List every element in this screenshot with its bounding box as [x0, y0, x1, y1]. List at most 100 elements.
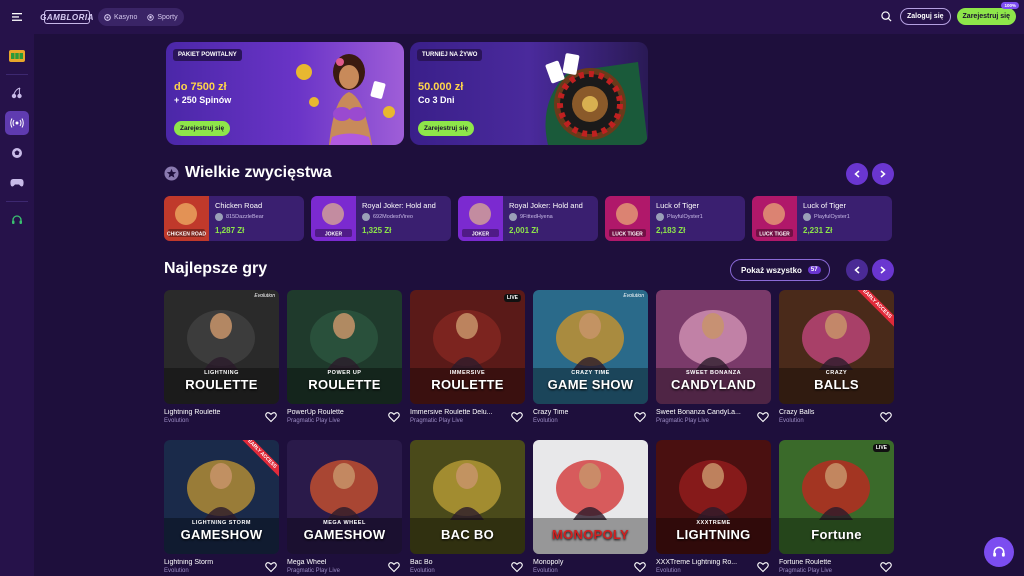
tab-casino[interactable]: Kasyno — [104, 14, 137, 21]
big-win-card[interactable]: LUCK TIGER Luck of Tiger PlayfulOyster1 2,1… — [605, 196, 745, 241]
game-name: Crazy Balls — [779, 409, 815, 416]
big-win-card[interactable]: LUCK TIGER Luck of Tiger PlayfulOyster1 2,2… — [752, 196, 892, 241]
site-logo[interactable]: GAMBLORIA — [40, 10, 93, 24]
game-provider: Pragmatic Play Live — [779, 568, 833, 574]
game-tile[interactable]: LIVE IMMERSIVE ROULETTE Immersive Roulette … — [410, 290, 525, 424]
sidebar-item-live[interactable] — [5, 111, 29, 135]
headset-icon — [993, 546, 1005, 557]
top-bar: GAMBLORIA Kasyno Sporty Zaloguj się Zare… — [0, 0, 1024, 34]
show-all-count: 57 — [807, 266, 821, 274]
game-tile[interactable]: XXXTREME LIGHTNING XXXTreme Lightning Ro..… — [656, 440, 771, 574]
game-tile[interactable]: EARLY ACCESS LIGHTNING STORM GAMESHOW Light… — [164, 440, 279, 574]
thumbnail-label: JOKER — [472, 232, 490, 238]
big-win-card[interactable]: CHICKEN ROAD Chicken Road 815DazzleBear 1,2… — [164, 196, 304, 241]
live-chat-button[interactable] — [984, 537, 1014, 567]
game-subtitle: SWEET BONANZA — [685, 370, 742, 376]
favorite-heart-icon[interactable] — [388, 561, 400, 573]
big-win-game: Royal Joker: Hold and — [509, 201, 583, 210]
game-name: PowerUp Roulette — [287, 409, 344, 416]
soccer-ball-icon — [147, 13, 155, 21]
game-name: Lightning Storm — [164, 559, 214, 566]
avatar — [362, 213, 370, 221]
big-win-username: PlayfulOyster1 — [667, 214, 703, 220]
login-button[interactable]: Zaloguj się — [899, 8, 951, 25]
game-thumbnail: POWER UP ROULETTE — [287, 290, 402, 404]
sidebar-item-support[interactable] — [5, 208, 29, 232]
favorite-heart-icon[interactable] — [511, 561, 523, 573]
show-all-button[interactable]: Pokaż wszystko 57 — [730, 259, 830, 281]
big-win-game: Chicken Road — [215, 201, 263, 210]
game-thumbnail: LIVE Fortune — [779, 440, 894, 554]
game-provider: Evolution — [533, 418, 558, 424]
big-win-card[interactable]: JOKER Royal Joker: Hold and 692ModestVireo… — [311, 196, 451, 241]
game-logo-text: ROULETTE — [431, 377, 504, 392]
sidebar-item-games[interactable] — [5, 171, 29, 195]
favorite-heart-icon[interactable] — [388, 411, 400, 423]
game-tile[interactable]: EARLY ACCESS CRAZY BALLS Crazy Balls Evoluti… — [779, 290, 894, 424]
category-tabs: Kasyno Sporty — [98, 8, 184, 26]
game-provider: Pragmatic Play Live — [656, 418, 710, 424]
favorite-heart-icon[interactable] — [757, 411, 769, 423]
register-button[interactable]: Zarejestruj się 100% — [956, 2, 1019, 25]
big-win-card[interactable]: JOKER Royal Joker: Hold and 9FittedHyena 2,… — [458, 196, 598, 241]
game-subtitle: XXXTREME — [696, 520, 731, 526]
game-name: Monopoly — [533, 559, 564, 566]
big-win-game: Royal Joker: Hold and — [362, 201, 436, 210]
game-tile[interactable]: MONOPOLY Monopoly Evolution — [533, 440, 648, 574]
game-logo-text: LIGHTNING — [676, 527, 751, 542]
sidebar-item-cherries[interactable] — [5, 81, 29, 105]
chevron-right-icon — [880, 266, 886, 274]
promo-banner-welcome[interactable]: PAKIET POWITALNY do 7500 zł + 250 Spinów… — [166, 42, 404, 145]
thumbnail-label: CHICKEN ROAD — [167, 232, 206, 238]
game-tile[interactable]: POWER UP ROULETTE PowerUp Roulette Pragmati… — [287, 290, 402, 424]
favorite-heart-icon[interactable] — [265, 411, 277, 423]
game-tile[interactable]: Evolution LIGHTNING ROULETTE Lightning Roul… — [164, 290, 279, 424]
thumbnail-label: LUCK TIGER — [612, 232, 643, 238]
game-subtitle: MEGA WHEEL — [323, 520, 366, 526]
favorite-heart-icon[interactable] — [511, 411, 523, 423]
big-win-username: PlayfulOyster1 — [814, 214, 850, 220]
chevron-left-icon — [854, 266, 860, 274]
prev-button[interactable] — [846, 259, 868, 281]
promo-register-button[interactable]: Zarejestruj się — [418, 121, 475, 136]
game-subtitle: IMMERSIVE — [449, 370, 486, 376]
game-tile[interactable]: Evolution CRAZY TIME GAME SHOW Crazy Time Ev… — [533, 290, 648, 424]
header-actions: Zaloguj się Zarejestruj się 100% — [880, 2, 1019, 25]
casino-chip-icon — [104, 13, 111, 21]
promo-register-button[interactable]: Zarejestruj się — [174, 121, 231, 136]
game-tile[interactable]: LIVE Fortune Fortune Roulette Pragmatic Pla… — [779, 440, 894, 574]
game-logo-text: ROULETTE — [308, 377, 381, 392]
headset-icon — [12, 215, 22, 224]
promo-subtitle: Co 3 Dni — [418, 95, 455, 105]
favorite-heart-icon[interactable] — [265, 561, 277, 573]
tab-sports[interactable]: Sporty — [147, 13, 178, 21]
menu-icon[interactable] — [0, 0, 34, 34]
next-button[interactable] — [872, 259, 894, 281]
next-button[interactable] — [872, 163, 894, 185]
favorite-heart-icon[interactable] — [880, 561, 892, 573]
big-win-user: 9FittedHyena — [509, 213, 553, 221]
game-tile[interactable]: MEGA WHEEL GAMESHOW Mega Wheel Pragmatic Pl… — [287, 440, 402, 574]
game-thumbnail: JOKER — [311, 196, 356, 241]
game-name: Bac Bo — [410, 559, 433, 566]
game-logo-text: GAME SHOW — [547, 377, 634, 392]
game-logo-text: ROULETTE — [185, 377, 258, 392]
game-provider: Evolution — [533, 568, 558, 574]
big-win-game: Luck of Tiger — [803, 201, 846, 210]
game-tile[interactable]: BAC BO Bac Bo Evolution — [410, 440, 525, 574]
chevron-right-icon — [880, 170, 886, 178]
favorite-heart-icon[interactable] — [757, 561, 769, 573]
sidebar-item-slots[interactable] — [5, 44, 29, 68]
game-thumbnail: CHICKEN ROAD — [164, 196, 209, 241]
favorite-heart-icon[interactable] — [634, 411, 646, 423]
sidebar-item-sports[interactable] — [5, 141, 29, 165]
prev-button[interactable] — [846, 163, 868, 185]
provider-logo: Evolution — [254, 293, 275, 299]
provider-logo: Evolution — [623, 293, 644, 299]
game-tile[interactable]: SWEET BONANZA CANDYLAND Sweet Bonanza Cand… — [656, 290, 771, 424]
favorite-heart-icon[interactable] — [880, 411, 892, 423]
promo-banner-tournament[interactable]: TURNIEJ NA ŻYWO 50.000 zł Co 3 Dni Zarej… — [410, 42, 648, 145]
big-win-username: 9FittedHyena — [520, 214, 553, 220]
search-icon[interactable] — [880, 10, 894, 24]
favorite-heart-icon[interactable] — [634, 561, 646, 573]
